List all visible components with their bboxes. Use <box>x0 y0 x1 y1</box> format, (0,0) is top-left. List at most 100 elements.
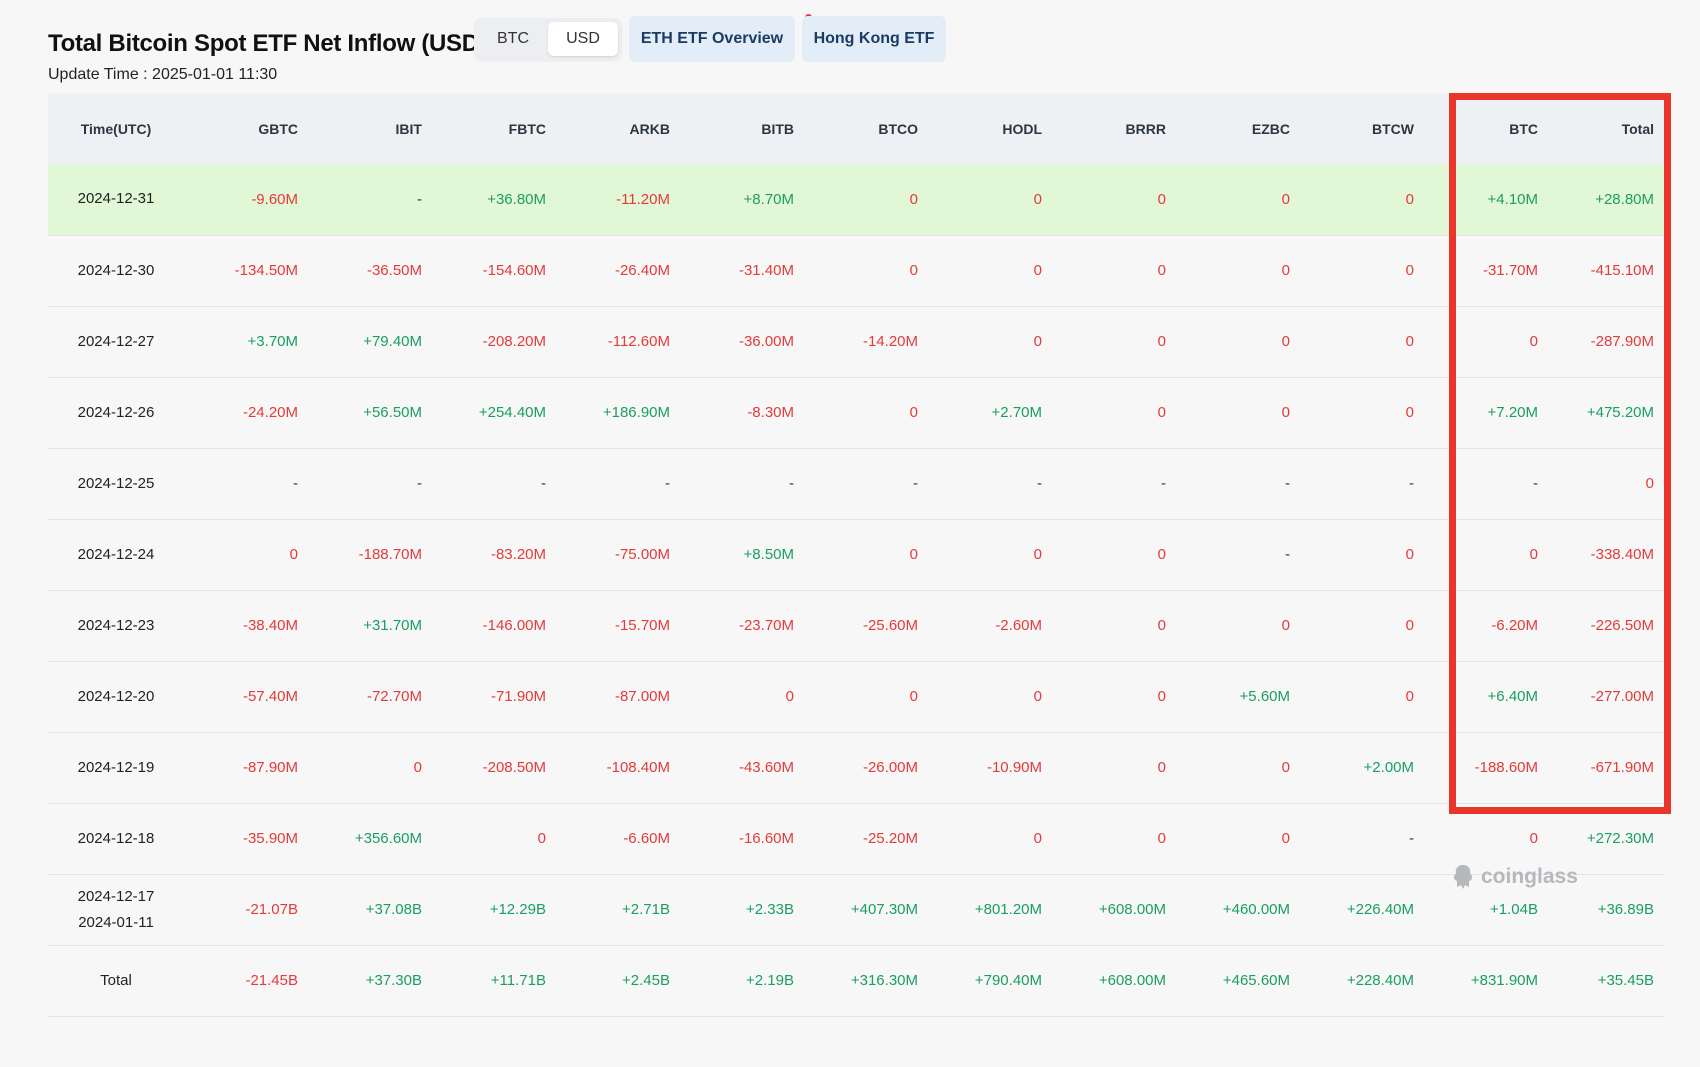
value-cell: +5.60M <box>1239 688 1290 705</box>
value-cell: 0 <box>1157 688 1166 705</box>
value-cell: - <box>1409 475 1414 492</box>
column-header-hodl[interactable]: HODL <box>928 93 1052 164</box>
value-cell: - <box>293 475 298 492</box>
value-cell: 0 <box>1405 688 1414 705</box>
column-header-bitb[interactable]: BITB <box>680 93 804 164</box>
value-cell: 0 <box>1033 190 1042 208</box>
table-row: 2024-12-31 -9.60M - +36.80M -11.20M +8.70M 0 0 0… <box>48 164 1664 235</box>
value-cell: 0 <box>1281 404 1290 421</box>
page-title: Total Bitcoin Spot ETF Net Inflow (USD) <box>48 30 487 57</box>
date-cell: 2024-12-20 <box>48 661 184 732</box>
table-row: 2024-12-23 -38.40M +31.70M -146.00M -15.70M -… <box>48 590 1664 661</box>
value-cell: +356.60M <box>354 830 422 847</box>
value-cell: +37.30B <box>365 972 422 989</box>
value-cell: - <box>541 475 546 492</box>
value-cell: +28.80M <box>1595 190 1654 208</box>
column-header-ibit[interactable]: IBIT <box>308 93 432 164</box>
header: Total Bitcoin Spot ETF Net Inflow (USD) … <box>48 14 1660 86</box>
value-cell: 0 <box>1281 759 1290 776</box>
column-header-time-utc[interactable]: Time(UTC) <box>48 93 184 164</box>
value-cell: -11.20M <box>616 190 670 208</box>
toggle-btc-button[interactable]: BTC <box>478 22 548 56</box>
value-cell: -72.70M <box>366 688 422 705</box>
table-row: 2024-12-20 -57.40M -72.70M -71.90M -87.00M 0 0… <box>48 661 1664 732</box>
date-label: 2024-12-30 <box>77 261 155 279</box>
value-cell: 0 <box>537 830 546 847</box>
column-header-ezbc[interactable]: EZBC <box>1176 93 1300 164</box>
value-cell: - <box>913 475 918 492</box>
value-cell: +12.29B <box>489 901 546 918</box>
date-label-end: 2024-01-11 <box>78 913 154 931</box>
value-cell: 0 <box>1281 262 1290 279</box>
value-cell: -21.45B <box>245 972 298 989</box>
value-cell: 0 <box>1157 404 1166 421</box>
value-cell: -83.20M <box>490 546 546 563</box>
column-header-total[interactable]: Total <box>1548 93 1664 164</box>
column-header-brrr[interactable]: BRRR <box>1052 93 1176 164</box>
table-row: 2024-12-18 -35.90M +356.60M 0 -6.60M -16.60M -… <box>48 803 1664 874</box>
date-label: 2024-12-26 <box>77 403 155 421</box>
value-cell: 0 <box>1529 546 1538 563</box>
value-cell: - <box>417 190 422 208</box>
value-cell: 0 <box>1405 546 1414 563</box>
value-cell: +4.10M <box>1487 190 1538 208</box>
value-cell: 0 <box>1529 333 1538 350</box>
value-cell: +37.08B <box>365 901 422 918</box>
hong-kong-etf-button[interactable]: Hong Kong ETF <box>802 16 946 62</box>
column-header-arkb[interactable]: ARKB <box>556 93 680 164</box>
value-cell: +2.45B <box>622 972 670 989</box>
column-header-btcw[interactable]: BTCW <box>1300 93 1424 164</box>
table-row: 2024-12-27 +3.70M +79.40M -208.20M -112.60M -… <box>48 306 1664 377</box>
value-cell: - <box>1285 475 1290 492</box>
value-cell: 0 <box>1405 333 1414 350</box>
value-cell: - <box>1533 475 1538 492</box>
value-cell: 0 <box>1281 190 1290 208</box>
value-cell: -87.00M <box>614 688 670 705</box>
value-cell: +79.40M <box>363 333 422 350</box>
value-cell: -87.90M <box>242 759 298 776</box>
value-cell: -31.40M <box>738 262 794 279</box>
eth-etf-overview-button[interactable]: ETH ETF Overview <box>629 16 795 62</box>
date-cell: 2024-12-30 <box>48 235 184 306</box>
value-cell: 0 <box>785 688 794 705</box>
value-cell: -146.00M <box>482 617 546 634</box>
toggle-usd-button[interactable]: USD <box>548 22 618 56</box>
table-row: 2024-12-17 2024-01-11 -21.07B +37.08B +12.29… <box>48 874 1664 945</box>
value-cell: 0 <box>1157 333 1166 350</box>
date-label: 2024-12-27 <box>77 332 155 350</box>
value-cell: +228.40M <box>1346 972 1414 989</box>
value-cell: -112.60M <box>607 333 670 350</box>
value-cell: -134.50M <box>234 262 298 279</box>
value-cell: -415.10M <box>1590 262 1654 279</box>
value-cell: +226.40M <box>1346 901 1414 918</box>
value-cell: 0 <box>1405 404 1414 421</box>
value-cell: -338.40M <box>1590 546 1654 563</box>
column-header-gbtc[interactable]: GBTC <box>184 93 308 164</box>
value-cell: +56.50M <box>363 404 422 421</box>
value-cell: - <box>665 475 670 492</box>
column-header-btc[interactable]: BTC <box>1424 93 1548 164</box>
value-cell: -188.70M <box>358 546 422 563</box>
value-cell: -36.50M <box>366 262 422 279</box>
value-cell: 0 <box>1033 333 1042 350</box>
value-cell: -26.40M <box>614 262 670 279</box>
date-label: Total <box>100 971 132 989</box>
value-cell: -188.60M <box>1474 759 1538 776</box>
date-label: 2024-12-24 <box>77 545 155 563</box>
table-row: 2024-12-19 -87.90M 0 -208.50M -108.40M -43.60… <box>48 732 1664 803</box>
date-label: 2024-12-23 <box>77 616 155 634</box>
value-cell: -208.20M <box>482 333 546 350</box>
value-cell: -108.40M <box>606 759 670 776</box>
date-cell: 2024-12-24 <box>48 519 184 590</box>
date-cell: 2024-12-23 <box>48 590 184 661</box>
value-cell: +2.19B <box>746 972 794 989</box>
value-cell: 0 <box>909 546 918 563</box>
column-header-btco[interactable]: BTCO <box>804 93 928 164</box>
value-cell: +316.30M <box>850 972 918 989</box>
column-header-fbtc[interactable]: FBTC <box>432 93 556 164</box>
date-cell: 2024-12-27 <box>48 306 184 377</box>
value-cell: 0 <box>413 759 422 776</box>
table-body: 2024-12-31 -9.60M - +36.80M -11.20M +8.70M 0 0 0… <box>48 164 1664 1016</box>
value-cell: 0 <box>1157 759 1166 776</box>
date-label: 2024-12-20 <box>77 687 155 705</box>
